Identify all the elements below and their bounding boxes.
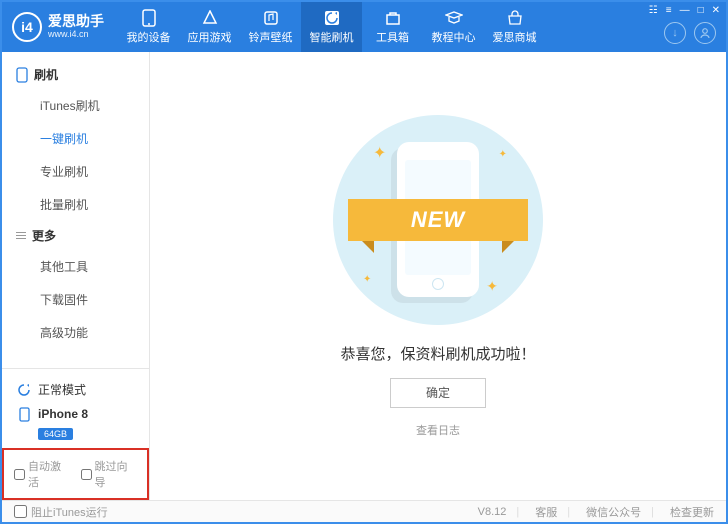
sidebar-group-flash: 刷机 [2, 60, 149, 89]
tab-flash[interactable]: 智能刷机 [301, 2, 362, 52]
tab-store[interactable]: 爱思商城 [484, 2, 545, 52]
flash-icon [323, 9, 341, 27]
music-icon [262, 9, 280, 27]
tab-tools[interactable]: 工具箱 [362, 2, 423, 52]
sidebar-group-more: 更多 [2, 221, 149, 250]
sidebar-item-oneclick[interactable]: 一键刷机 [2, 122, 149, 155]
sidebar-item-pro[interactable]: 专业刷机 [2, 155, 149, 188]
app-title: 爱思助手 [48, 14, 104, 29]
status-bar: 阻止iTunes运行 V8.12 | 客服 | 微信公众号 | 检查更新 [2, 500, 726, 522]
star-icon: ✦ [499, 149, 507, 160]
sidebar-item-other[interactable]: 其他工具 [2, 250, 149, 283]
bottom-options: 自动激活 跳过向导 [2, 448, 149, 500]
tab-ringtones[interactable]: 铃声壁纸 [240, 2, 301, 52]
download-icon[interactable]: ↓ [664, 22, 686, 44]
star-icon: ✦ [486, 278, 498, 295]
header-tabs: 我的设备 应用游戏 铃声壁纸 智能刷机 工具箱 教程中心 爱思商城 [118, 2, 545, 52]
window-controls: ☷ ≡ — □ ✕ [649, 5, 720, 16]
app-url: www.i4.cn [48, 30, 104, 40]
feedback-icon[interactable]: ≡ [666, 5, 672, 16]
auto-activate-checkbox[interactable]: 自动激活 [14, 458, 71, 490]
skip-wizard-checkbox[interactable]: 跳过向导 [81, 458, 138, 490]
sidebar: 刷机 iTunes刷机 一键刷机 专业刷机 批量刷机 更多 其他工具 下载固件 … [2, 52, 150, 500]
update-link[interactable]: 检查更新 [670, 504, 714, 520]
sidebar-item-download[interactable]: 下载固件 [2, 283, 149, 316]
support-link[interactable]: 客服 [535, 504, 557, 520]
tutorial-icon [445, 9, 463, 27]
prevent-itunes-checkbox[interactable]: 阻止iTunes运行 [14, 504, 108, 520]
device-name-row[interactable]: iPhone 8 [16, 402, 135, 426]
new-ribbon: NEW [348, 199, 528, 241]
success-illustration: NEW ✦ ✦ ✦ ✦ [333, 115, 543, 325]
wechat-link[interactable]: 微信公众号 [586, 504, 641, 520]
close-icon[interactable]: ✕ [712, 5, 720, 16]
device-phone-icon [16, 406, 32, 422]
hamburger-icon [16, 232, 26, 239]
user-icon[interactable] [694, 22, 716, 44]
minimize-icon[interactable]: — [680, 5, 690, 16]
main-panel: NEW ✦ ✦ ✦ ✦ 恭喜您，保资料刷机成功啦！ 确定 查看日志 [150, 52, 726, 500]
sidebar-item-batch[interactable]: 批量刷机 [2, 188, 149, 221]
maximize-icon[interactable]: □ [698, 5, 704, 16]
refresh-icon [16, 382, 32, 398]
tab-my-device[interactable]: 我的设备 [118, 2, 179, 52]
sidebar-item-advanced[interactable]: 高级功能 [2, 316, 149, 349]
success-message: 恭喜您，保资料刷机成功啦！ [340, 343, 535, 364]
menu-icon[interactable]: ☷ [649, 5, 658, 16]
tab-apps[interactable]: 应用游戏 [179, 2, 240, 52]
logo-icon: i4 [12, 12, 42, 42]
phone-outline-icon [16, 67, 28, 83]
storage-badge: 64GB [38, 428, 73, 440]
sidebar-item-itunes[interactable]: iTunes刷机 [2, 89, 149, 122]
app-header: i4 爱思助手 www.i4.cn 我的设备 应用游戏 铃声壁纸 智能刷机 工具… [2, 2, 726, 52]
view-log-link[interactable]: 查看日志 [416, 422, 460, 438]
store-icon [506, 9, 524, 27]
star-icon: ✦ [363, 274, 371, 285]
version-label: V8.12 [478, 506, 507, 518]
confirm-button[interactable]: 确定 [390, 378, 486, 408]
tab-tutorials[interactable]: 教程中心 [423, 2, 484, 52]
phone-icon [140, 9, 158, 27]
star-icon: ✦ [373, 143, 386, 163]
apps-icon [201, 9, 219, 27]
toolbox-icon [384, 9, 402, 27]
device-mode[interactable]: 正常模式 [16, 377, 135, 402]
logo: i4 爱思助手 www.i4.cn [2, 2, 118, 52]
